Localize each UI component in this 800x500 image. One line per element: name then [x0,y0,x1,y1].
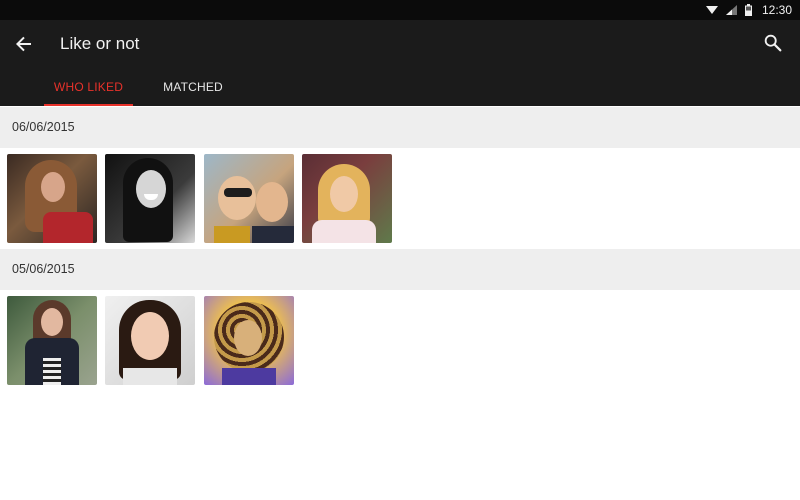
profile-photo[interactable] [7,296,97,385]
date-section-header: 05/06/2015 [0,249,800,290]
clothing-shape [312,220,376,243]
face-shape [131,312,169,360]
back-button[interactable] [12,32,36,56]
section-date: 06/06/2015 [12,120,75,134]
profile-photo[interactable] [204,154,294,243]
profile-photo[interactable] [204,296,294,385]
tab-label: MATCHED [163,80,223,94]
clothing-shape [123,368,177,385]
face-shape [234,320,262,356]
sunglasses-shape [224,188,252,197]
profile-photo[interactable] [105,154,195,243]
search-button[interactable] [762,32,784,54]
tab-who-liked-me[interactable]: WHO LIKED ME [44,68,133,132]
arrow-back-icon [16,36,31,52]
signal-icon [725,5,737,15]
wifi-icon [705,5,718,15]
active-tab-indicator [44,104,133,106]
face-shape [41,172,65,202]
tab-bar: WHO LIKED ME MATCHED [0,68,800,132]
tab-matched[interactable]: MATCHED [158,68,228,106]
date-section-header: 06/06/2015 [0,107,800,148]
face-shape [256,182,288,222]
battery-icon [744,4,752,16]
face-shape [330,176,358,212]
profile-photo[interactable] [302,154,392,243]
clothing-shape [222,368,276,385]
status-bar: 12:30 [0,0,800,20]
face-shape [41,308,63,336]
clothing-shape [43,212,93,243]
clothing-shape [252,226,294,243]
profile-photo[interactable] [105,296,195,385]
profile-photo[interactable] [7,154,97,243]
clothing-shape [214,226,250,243]
search-icon [764,34,782,52]
status-icons: 12:30 [705,0,792,20]
face-shape [136,170,166,208]
section-date: 05/06/2015 [12,262,75,276]
stripes-shape [43,358,61,385]
page-title: Like or not [60,34,140,53]
face-shape [218,176,256,220]
app-bar: Like or not WHO LIKED ME MATCHED [0,20,800,132]
clock: 12:30 [761,3,792,17]
